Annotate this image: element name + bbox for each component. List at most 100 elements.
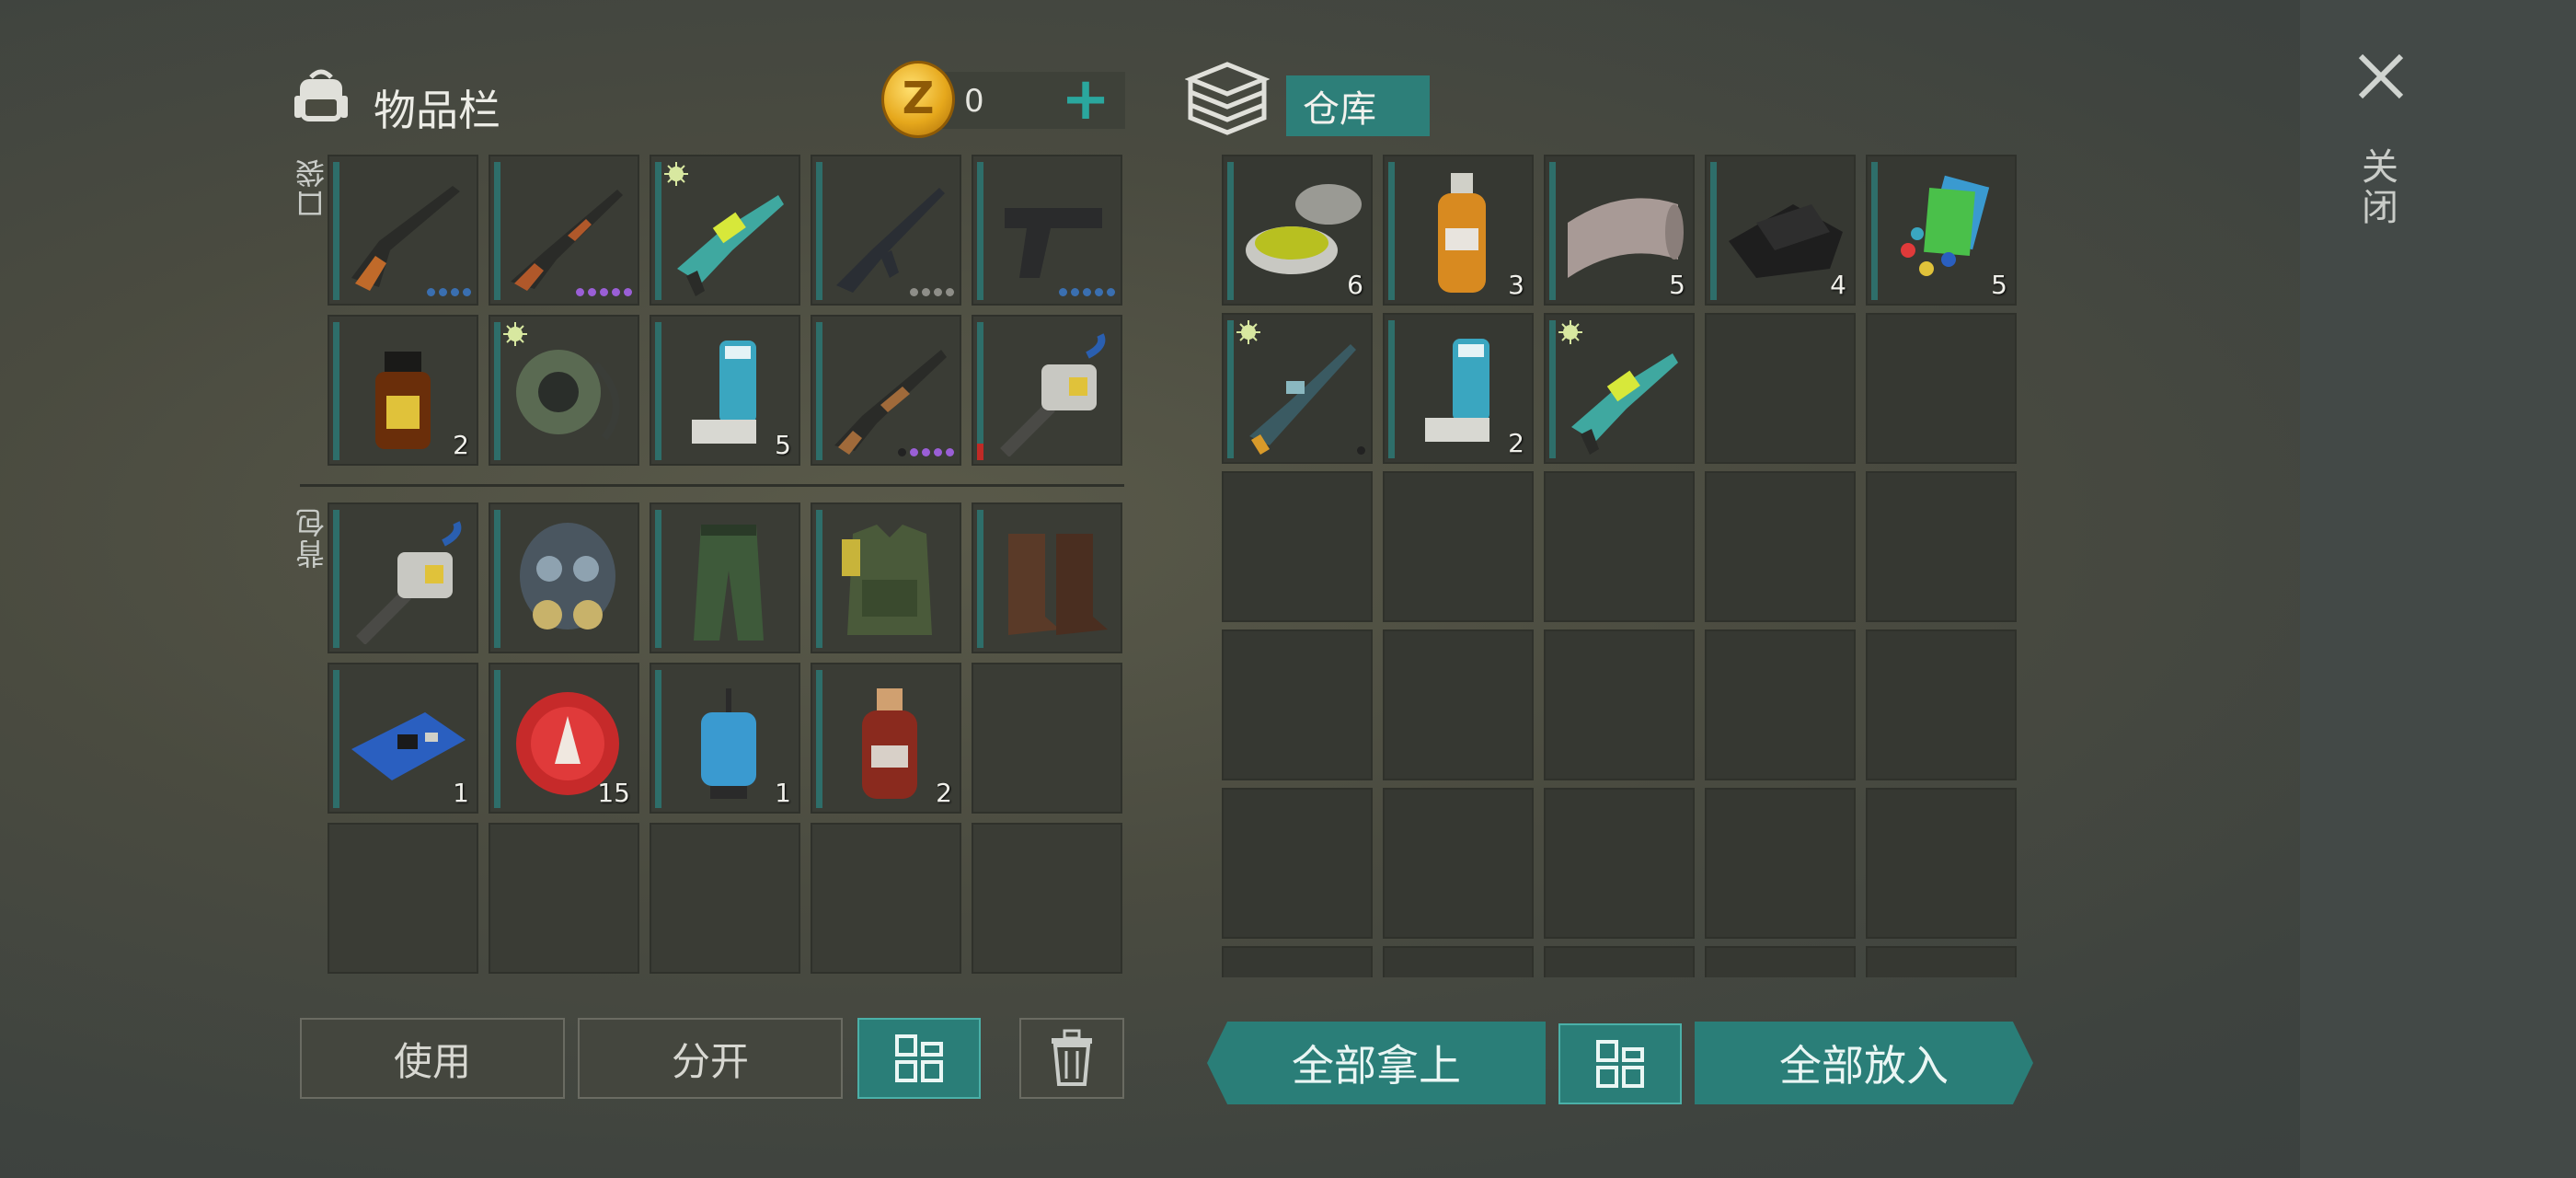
empty-slot[interactable] xyxy=(1544,471,1695,622)
item-slot[interactable]: 2 xyxy=(811,663,961,814)
item-count: 5 xyxy=(1669,270,1685,300)
empty-slot[interactable] xyxy=(1222,788,1373,939)
water-pump-icon xyxy=(701,688,756,799)
warehouse-grid: 6 3 5 4 5 2 xyxy=(1222,155,2017,977)
slot-indicator xyxy=(494,670,500,808)
attachment-dot xyxy=(576,288,584,296)
empty-slot[interactable] xyxy=(1705,313,1856,464)
sniper-rifle-icon xyxy=(351,186,460,291)
empty-slot[interactable] xyxy=(1383,471,1534,622)
slot-indicator xyxy=(333,510,339,648)
use-button[interactable]: 使用 xyxy=(300,1018,565,1099)
empty-slot[interactable] xyxy=(1383,788,1534,939)
empty-slot[interactable] xyxy=(1705,946,1856,977)
empty-slot[interactable] xyxy=(1383,946,1534,977)
split-button[interactable]: 分开 xyxy=(578,1018,843,1099)
item-slot[interactable] xyxy=(972,315,1122,466)
empty-slot[interactable] xyxy=(1705,788,1856,939)
empty-slot[interactable] xyxy=(1544,629,1695,780)
attachment-dot xyxy=(439,288,447,296)
empty-slot[interactable] xyxy=(1222,946,1373,977)
attachment-dot xyxy=(1095,288,1103,296)
attachment-dot xyxy=(910,288,918,296)
empty-slot[interactable] xyxy=(1705,471,1856,622)
item-slot[interactable] xyxy=(811,155,961,306)
tab-warehouse[interactable]: 仓库 xyxy=(1286,75,1430,136)
attachment-dots xyxy=(427,288,471,296)
item-slot[interactable]: 1 xyxy=(328,663,478,814)
slot-indicator xyxy=(494,162,500,300)
empty-slot[interactable] xyxy=(1866,629,2017,780)
item-slot[interactable]: 15 xyxy=(489,663,639,814)
item-slot[interactable] xyxy=(328,502,478,653)
item-slot[interactable] xyxy=(1222,313,1373,464)
attachment-dot xyxy=(946,288,954,296)
close-button[interactable] xyxy=(2355,51,2407,102)
tactical-vest-icon xyxy=(842,525,932,635)
empty-slot[interactable] xyxy=(1866,471,2017,622)
slot-indicator xyxy=(655,322,661,460)
item-slot[interactable] xyxy=(489,502,639,653)
item-slot[interactable] xyxy=(972,502,1122,653)
slot-indicator xyxy=(1871,162,1878,300)
item-slot[interactable] xyxy=(1544,313,1695,464)
item-slot[interactable]: 2 xyxy=(328,315,478,466)
empty-slot[interactable] xyxy=(1544,788,1695,939)
item-count: 5 xyxy=(775,430,791,460)
item-slot[interactable]: 4 xyxy=(1705,155,1856,306)
inhaler-icon xyxy=(1425,339,1489,442)
attachment-dot xyxy=(588,288,596,296)
side-panel xyxy=(2300,0,2576,1178)
item-slot[interactable]: 1 xyxy=(650,663,800,814)
empty-slot[interactable] xyxy=(1866,313,2017,464)
attachment-dot xyxy=(1059,288,1067,296)
empty-slot[interactable] xyxy=(972,663,1122,814)
empty-slot[interactable] xyxy=(1866,788,2017,939)
empty-slot[interactable] xyxy=(1544,946,1695,977)
item-slot[interactable] xyxy=(489,315,639,466)
empty-slot[interactable] xyxy=(972,823,1122,974)
item-slot[interactable]: 6 xyxy=(1222,155,1373,306)
empty-slot[interactable] xyxy=(489,823,639,974)
item-slot[interactable] xyxy=(811,502,961,653)
item-count: 5 xyxy=(1991,270,2007,300)
empty-slot[interactable] xyxy=(1705,629,1856,780)
assault-rifle-icon xyxy=(836,188,945,293)
item-slot[interactable] xyxy=(811,315,961,466)
close-label[interactable]: 关闭 xyxy=(2355,147,2403,228)
empty-slot[interactable] xyxy=(328,823,478,974)
item-slot[interactable] xyxy=(650,502,800,653)
empty-slot[interactable] xyxy=(1222,471,1373,622)
item-slot[interactable] xyxy=(328,155,478,306)
inhaler-icon xyxy=(692,341,756,444)
empty-slot[interactable] xyxy=(1222,629,1373,780)
item-count: 6 xyxy=(1347,270,1363,300)
attachment-dots xyxy=(898,448,954,456)
coin-count: 0 xyxy=(964,83,984,120)
take-all-button[interactable]: 全部拿上 xyxy=(1207,1022,1546,1104)
item-slot[interactable]: 5 xyxy=(1866,155,2017,306)
empty-slot[interactable] xyxy=(1866,946,2017,977)
add-coins-button[interactable]: + xyxy=(1058,70,1113,129)
item-slot[interactable] xyxy=(650,155,800,306)
item-count: 15 xyxy=(597,778,630,808)
item-count: 4 xyxy=(1830,270,1846,300)
item-slot[interactable] xyxy=(972,155,1122,306)
item-slot[interactable]: 5 xyxy=(1544,155,1695,306)
sort-warehouse-button[interactable] xyxy=(1558,1023,1682,1104)
sort-inventory-button[interactable] xyxy=(857,1018,981,1099)
item-slot[interactable]: 5 xyxy=(650,315,800,466)
slot-indicator xyxy=(816,162,822,300)
empty-slot[interactable] xyxy=(650,823,800,974)
slot-indicator xyxy=(1388,320,1395,458)
item-slot[interactable]: 2 xyxy=(1383,313,1534,464)
empty-slot[interactable] xyxy=(811,823,961,974)
attachment-dot xyxy=(934,448,942,456)
empty-slot[interactable] xyxy=(1383,629,1534,780)
delete-button[interactable] xyxy=(1019,1018,1124,1099)
put-all-button[interactable]: 全部放入 xyxy=(1695,1022,2033,1104)
item-count: 2 xyxy=(936,778,952,808)
item-slot[interactable]: 3 xyxy=(1383,155,1534,306)
attachment-dot xyxy=(898,448,906,456)
item-slot[interactable] xyxy=(489,155,639,306)
